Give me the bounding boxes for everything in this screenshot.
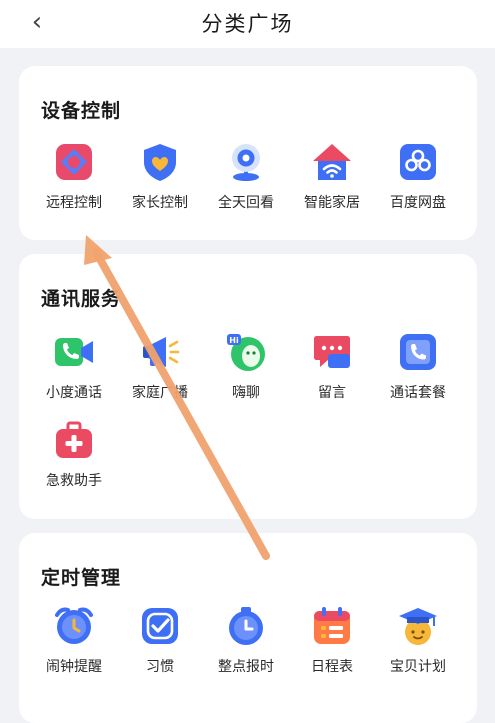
item-label: 智能家居 [304, 195, 360, 211]
item-label: 全天回看 [218, 195, 274, 211]
section-title-communication: 通讯服务 [41, 288, 122, 310]
habit-button[interactable]: 习惯 [116, 606, 204, 686]
baby-plan-button[interactable]: 宝贝计划 [374, 606, 462, 686]
item-label: 急救助手 [46, 473, 102, 489]
cloud-drive-icon [400, 144, 436, 180]
device-control-card: 设备控制 远程控制 家长控制 全天回看 智能家居 百度网盘 [19, 66, 477, 240]
calendar-icon [314, 607, 350, 644]
first-aid-assistant-button[interactable]: 急救助手 [30, 420, 118, 500]
video-call-icon [55, 338, 93, 366]
section-title-device-control: 设备控制 [41, 100, 122, 122]
megaphone-icon [143, 337, 180, 367]
item-label: 宝贝计划 [390, 659, 446, 675]
item-label: 百度网盘 [390, 195, 446, 211]
graduation-cap-icon [399, 608, 437, 645]
alarm-clock-icon [55, 607, 93, 644]
smart-home-icon [313, 144, 351, 180]
parental-shield-icon [144, 144, 176, 181]
page-title: 分类广场 [201, 12, 294, 36]
smart-home-button[interactable]: 智能家居 [288, 142, 376, 222]
remote-control-icon [56, 144, 92, 180]
call-package-button[interactable]: 通话套餐 [374, 332, 462, 412]
leave-message-button[interactable]: 留言 [288, 332, 376, 412]
item-label: 嗨聊 [232, 385, 260, 401]
item-label: 闹钟提醒 [46, 659, 102, 675]
timer-management-card: 定时管理 闹钟提醒 习惯 整点报时 日程表 宝贝计划 [19, 533, 477, 723]
item-label: 家庭广播 [132, 385, 188, 401]
hi-chat-button[interactable]: Hi 嗨聊 [202, 332, 290, 412]
all-day-playback-button[interactable]: 全天回看 [202, 142, 290, 222]
alarm-reminder-button[interactable]: 闹钟提醒 [30, 606, 118, 686]
item-label: 家长控制 [132, 195, 188, 211]
remote-control-button[interactable]: 远程控制 [30, 142, 118, 222]
first-aid-icon [56, 421, 92, 458]
communication-service-card: 通讯服务 小度通话 家庭广播 Hi 嗨聊 留言 通话套餐 急救助手 [19, 254, 477, 519]
xiaodu-call-button[interactable]: 小度通话 [30, 332, 118, 412]
schedule-button[interactable]: 日程表 [288, 606, 376, 686]
item-label: 远程控制 [46, 195, 102, 211]
phone-plan-icon [400, 334, 436, 370]
item-label: 日程表 [311, 659, 353, 675]
baidu-netdisk-button[interactable]: 百度网盘 [374, 142, 462, 222]
chat-bubble-icon: Hi [227, 334, 265, 371]
item-label: 通话套餐 [390, 385, 446, 401]
svg-text:Hi: Hi [229, 336, 239, 345]
item-label: 整点报时 [218, 659, 274, 675]
item-label: 习惯 [146, 659, 174, 675]
item-label: 小度通话 [46, 385, 102, 401]
item-label: 留言 [318, 385, 346, 401]
section-title-timer: 定时管理 [41, 567, 122, 589]
hourly-chime-button[interactable]: 整点报时 [202, 606, 290, 686]
parental-control-button[interactable]: 家长控制 [116, 142, 204, 222]
camera-icon [232, 144, 260, 181]
family-broadcast-button[interactable]: 家庭广播 [116, 332, 204, 412]
message-icon [314, 336, 350, 368]
top-bar: ‹ 分类广场 [0, 0, 495, 48]
habit-check-icon [142, 608, 178, 644]
hourly-clock-icon [229, 607, 263, 645]
